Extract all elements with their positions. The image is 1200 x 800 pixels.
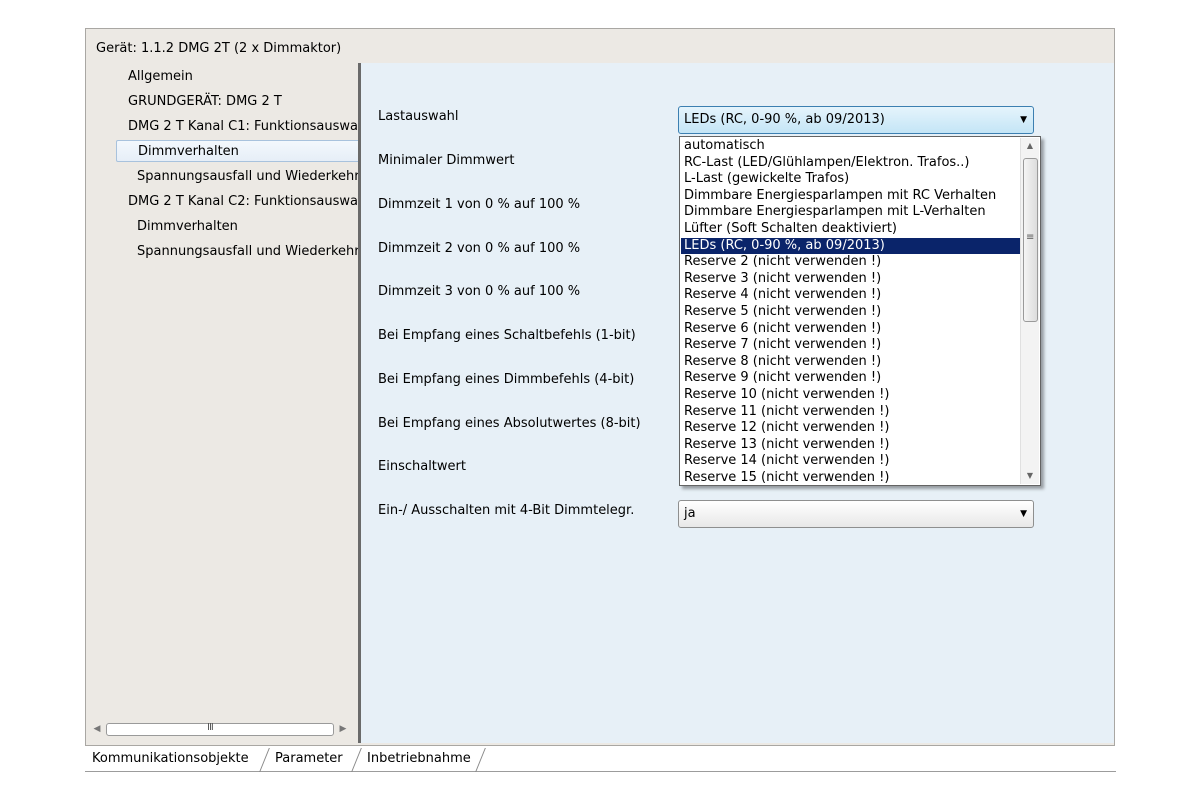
- chevron-down-icon: ▼: [1020, 509, 1027, 519]
- tree-item-c2-spannungsausfall[interactable]: Spannungsausfall und Wiederkehr: [137, 241, 358, 263]
- dropdown-option[interactable]: Reserve 10 (nicht verwenden !): [681, 387, 1020, 404]
- tree-item-allgemein[interactable]: Allgemein: [128, 66, 193, 88]
- param-label-einschaltwert: Einschaltwert: [378, 459, 466, 474]
- dropdown-option[interactable]: Reserve 8 (nicht verwenden !): [681, 354, 1020, 371]
- tree-item-c1-dimmverhalten[interactable]: Dimmverhalten: [116, 140, 358, 162]
- dropdown-option[interactable]: RC-Last (LED/Glühlampen/Elektron. Trafos…: [681, 155, 1020, 172]
- tree-item-c1-spannungsausfall[interactable]: Spannungsausfall und Wiederkehr: [137, 166, 358, 188]
- dropdown-option[interactable]: Reserve 13 (nicht verwenden !): [681, 437, 1020, 454]
- dropdown-option[interactable]: Reserve 5 (nicht verwenden !): [681, 304, 1020, 321]
- lastauswahl-value: LEDs (RC, 0-90 %, ab 09/2013): [684, 112, 885, 127]
- lastauswahl-dropdown-list[interactable]: automatisch RC-Last (LED/Glühlampen/Elek…: [679, 136, 1041, 486]
- param-label-minimaler-dimmwert: Minimaler Dimmwert: [378, 153, 515, 168]
- param-label-dimmbefehl: Bei Empfang eines Dimmbefehls (4-bit): [378, 372, 635, 387]
- ein-aus-4bit-select[interactable]: ja ▼: [678, 500, 1034, 528]
- parameter-panel: Lastauswahl Minimaler Dimmwert Dimmzeit …: [361, 63, 1114, 743]
- dropdown-option[interactable]: Dimmbare Energiesparlampen mit RC Verhal…: [681, 188, 1020, 205]
- scroll-down-icon[interactable]: ▼: [1021, 468, 1039, 484]
- tab-separator: [259, 748, 270, 772]
- param-label-absolutwert: Bei Empfang eines Absolutwertes (8-bit): [378, 416, 641, 431]
- dropdown-option[interactable]: Reserve 3 (nicht verwenden !): [681, 271, 1020, 288]
- parameter-window: Gerät: 1.1.2 DMG 2T (2 x Dimmaktor) Allg…: [85, 28, 1115, 746]
- tree-item-grundgeraet[interactable]: GRUNDGERÄT: DMG 2 T: [128, 91, 282, 113]
- param-label-dimmzeit-3: Dimmzeit 3 von 0 % auf 100 %: [378, 284, 581, 299]
- param-label-dimmzeit-2: Dimmzeit 2 von 0 % auf 100 %: [378, 241, 581, 256]
- dropdown-option[interactable]: Reserve 2 (nicht verwenden !): [681, 254, 1020, 271]
- tab-kommunikationsobjekte[interactable]: Kommunikationsobjekte: [92, 746, 249, 771]
- tree-item-c2-dimmverhalten[interactable]: Dimmverhalten: [137, 216, 238, 238]
- chevron-down-icon: ▼: [1020, 115, 1027, 125]
- tab-separator: [475, 748, 486, 772]
- dropdown-option[interactable]: L-Last (gewickelte Trafos): [681, 171, 1020, 188]
- device-title: Gerät: 1.1.2 DMG 2T (2 x Dimmaktor): [96, 41, 342, 56]
- dropdown-option[interactable]: Lüfter (Soft Schalten deaktiviert): [681, 221, 1020, 238]
- param-label-lastauswahl: Lastauswahl: [378, 109, 459, 124]
- lastauswahl-select[interactable]: LEDs (RC, 0-90 %, ab 09/2013) ▼: [678, 106, 1034, 134]
- scroll-right-icon[interactable]: ▶: [336, 721, 350, 737]
- dropdown-option[interactable]: LEDs (RC, 0-90 %, ab 09/2013): [681, 237, 1020, 255]
- dropdown-option[interactable]: Reserve 4 (nicht verwenden !): [681, 287, 1020, 304]
- scrollbar-thumb[interactable]: ≡: [1023, 158, 1038, 322]
- dropdown-option[interactable]: Reserve 14 (nicht verwenden !): [681, 453, 1020, 470]
- param-label-schaltbefehl: Bei Empfang eines Schaltbefehls (1-bit): [378, 328, 636, 343]
- dropdown-options: automatisch RC-Last (LED/Glühlampen/Elek…: [681, 138, 1020, 485]
- scrollbar-grip: III: [207, 722, 214, 733]
- tab-inbetriebnahme[interactable]: Inbetriebnahme: [367, 746, 471, 771]
- dropdown-option[interactable]: Dimmbare Energiesparlampen mit L-Verhalt…: [681, 204, 1020, 221]
- scroll-up-icon[interactable]: ▲: [1021, 138, 1039, 154]
- tree-item-kanal-c2-funktionsauswahl[interactable]: DMG 2 T Kanal C2: Funktionsauswahl: [128, 191, 358, 213]
- tab-separator: [351, 748, 362, 772]
- param-label-dimmzeit-1: Dimmzeit 1 von 0 % auf 100 %: [378, 197, 581, 212]
- tab-parameter[interactable]: Parameter: [275, 746, 343, 771]
- tree-item-kanal-c1-funktionsauswahl[interactable]: DMG 2 T Kanal C1: Funktionsauswahl: [128, 116, 358, 138]
- scrollbar-grip-icon: ≡: [1026, 232, 1035, 243]
- parameter-tree: Allgemein GRUNDGERÄT: DMG 2 T DMG 2 T Ka…: [86, 61, 358, 743]
- dropdown-option[interactable]: automatisch: [681, 138, 1020, 155]
- bottom-tab-bar: Kommunikationsobjekte Parameter Inbetrie…: [85, 746, 1116, 772]
- dropdown-option[interactable]: Reserve 12 (nicht verwenden !): [681, 420, 1020, 437]
- param-label-ein-aus-4bit: Ein-/ Ausschalten mit 4-Bit Dimmtelegr.: [378, 503, 635, 518]
- dropdown-vertical-scrollbar[interactable]: ▲ ≡ ▼: [1020, 138, 1039, 484]
- tree-horizontal-scrollbar[interactable]: ◀ III ▶: [90, 721, 352, 737]
- dropdown-option[interactable]: Reserve 7 (nicht verwenden !): [681, 337, 1020, 354]
- dropdown-option[interactable]: Reserve 9 (nicht verwenden !): [681, 370, 1020, 387]
- ein-aus-4bit-value: ja: [684, 506, 696, 521]
- dropdown-option[interactable]: Reserve 11 (nicht verwenden !): [681, 404, 1020, 421]
- scrollbar-thumb[interactable]: III: [106, 722, 334, 736]
- dropdown-option[interactable]: Reserve 15 (nicht verwenden !): [681, 470, 1020, 485]
- scroll-left-icon[interactable]: ◀: [90, 721, 104, 737]
- dropdown-option[interactable]: Reserve 6 (nicht verwenden !): [681, 321, 1020, 338]
